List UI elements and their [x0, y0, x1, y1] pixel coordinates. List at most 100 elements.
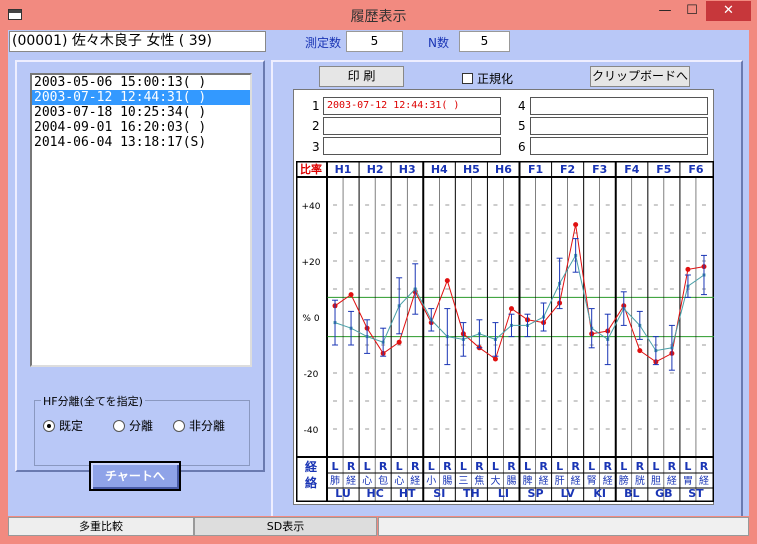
n-count-label: N数: [428, 36, 449, 50]
side-label: R: [700, 460, 709, 473]
organ-label: 胆: [651, 475, 661, 487]
radio-label: 分離: [129, 419, 154, 433]
history-item[interactable]: 2003-07-18 10:25:34( ): [32, 105, 250, 120]
left-label: 経: [305, 459, 318, 474]
organ-label: 脾: [523, 474, 533, 487]
group-label: F3: [592, 163, 607, 176]
group-label: F1: [528, 163, 543, 176]
data-point: [573, 222, 579, 228]
radio-label: 既定: [59, 419, 84, 433]
side-label: L: [524, 460, 531, 473]
meridian-code: LV: [561, 487, 575, 500]
slot-number: 5: [518, 119, 526, 133]
side-label: R: [539, 460, 548, 473]
radio-default[interactable]: 既定: [43, 417, 83, 434]
patient-info: (00001) 佐々木良子 女性 ( 39): [9, 31, 266, 52]
slot-5-field[interactable]: [530, 117, 708, 135]
organ-label: 経: [699, 474, 709, 487]
slot-2-field[interactable]: [323, 117, 501, 135]
side-label: L: [588, 460, 595, 473]
status-bar: 多重比較 SD表示: [0, 516, 757, 538]
organ-label: 膀: [619, 474, 629, 487]
history-list[interactable]: 2003-05-06 15:00:13( ) 2003-07-12 12:44:3…: [30, 73, 252, 367]
organ-label: 大: [490, 474, 500, 487]
radio-no-separate[interactable]: 非分離: [173, 417, 225, 434]
maximize-button[interactable]: ☐: [679, 1, 705, 21]
y-tick-label: +20: [302, 258, 321, 268]
y-tick-label: -40: [304, 426, 319, 436]
side-label: L: [492, 460, 499, 473]
normalize-checkbox[interactable]: 正規化: [462, 70, 513, 87]
left-label: 絡: [305, 475, 318, 490]
side-label: R: [411, 460, 420, 473]
data-point: [637, 348, 643, 354]
meridian-code: GB: [655, 487, 672, 500]
radio-label: 非分離: [189, 419, 226, 433]
side-label: R: [507, 460, 516, 473]
history-panel: 2003-05-06 15:00:13( ) 2003-07-12 12:44:3…: [15, 60, 265, 472]
side-label: L: [396, 460, 403, 473]
slot-number: 3: [312, 140, 320, 154]
group-label: F6: [688, 163, 704, 176]
to-chart-button[interactable]: チャートへ: [89, 461, 181, 491]
slot-number: 4: [518, 99, 526, 113]
side-label: L: [460, 460, 467, 473]
group-label: F5: [656, 163, 671, 176]
minimize-button[interactable]: —: [652, 1, 678, 21]
meridian-code: SP: [528, 487, 544, 500]
organ-label: 三: [458, 476, 468, 487]
history-item[interactable]: 2003-07-12 12:44:31( ): [32, 90, 250, 105]
organ-label: 心: [362, 475, 372, 487]
radio-separate[interactable]: 分離: [113, 417, 153, 434]
checkbox-box: [462, 73, 473, 84]
slot-4-field[interactable]: [530, 97, 708, 115]
organ-label: 腎: [587, 475, 597, 487]
group-label: F2: [560, 163, 575, 176]
organ-label: 経: [603, 474, 613, 487]
group-label: H2: [367, 163, 384, 176]
slot-number: 6: [518, 140, 526, 154]
data-point: [685, 266, 691, 272]
organ-label: 経: [571, 474, 581, 487]
slot-3-field[interactable]: [323, 137, 501, 155]
data-point: [396, 339, 402, 345]
close-button[interactable]: ✕: [706, 1, 751, 21]
organ-label: 小: [426, 475, 436, 487]
meridian-code: HC: [366, 487, 383, 500]
tab-multi-compare[interactable]: 多重比較: [8, 517, 194, 536]
slot-1-field[interactable]: 2003-07-12 12:44:31( ): [323, 97, 501, 115]
meridian-code: HT: [399, 487, 416, 500]
organ-label: 胱: [635, 475, 645, 487]
y-tick-label: -20: [304, 370, 319, 380]
history-item[interactable]: 2004-09-01 16:20:03( ): [32, 120, 250, 135]
side-label: R: [571, 460, 580, 473]
n-count-value: 5: [459, 31, 510, 52]
side-label: L: [620, 460, 627, 473]
meridian-code: KI: [593, 487, 606, 500]
y-tick-label: % 0: [302, 314, 319, 324]
slot-6-field[interactable]: [530, 137, 708, 155]
side-label: R: [668, 460, 677, 473]
side-label: R: [603, 460, 612, 473]
history-item[interactable]: 2003-05-06 15:00:13( ): [32, 75, 250, 90]
data-point: [348, 292, 354, 298]
organ-label: 包: [378, 474, 388, 487]
print-button[interactable]: 印 刷: [319, 66, 404, 87]
info-bar: (00001) 佐々木良子 女性 ( 39) 測定数 5 N数 5: [8, 30, 749, 54]
measure-count-label: 測定数: [305, 36, 342, 50]
group-label: F4: [624, 163, 640, 176]
slot-number: 1: [312, 99, 320, 113]
radio-circle: [113, 420, 125, 432]
group-label: H3: [399, 163, 416, 176]
clipboard-button[interactable]: クリップボードへ: [590, 66, 690, 87]
group-label: H1: [335, 163, 352, 176]
title-bar: 履歴表示 — ☐ ✕: [0, 0, 757, 30]
meridian-code: LI: [498, 487, 509, 500]
window-title: 履歴表示: [350, 9, 407, 25]
data-point: [492, 356, 498, 362]
history-window: 履歴表示 — ☐ ✕ (00001) 佐々木良子 女性 ( 39) 測定数 5 …: [0, 0, 757, 544]
side-label: L: [428, 460, 435, 473]
history-item[interactable]: 2014-06-04 13:18:17(S): [32, 135, 250, 150]
organ-label: 焦: [474, 474, 484, 487]
tab-sd-display[interactable]: SD表示: [194, 517, 377, 536]
